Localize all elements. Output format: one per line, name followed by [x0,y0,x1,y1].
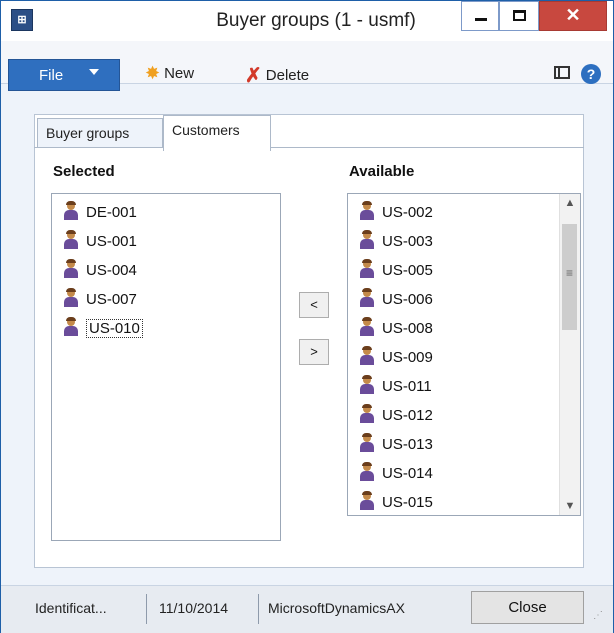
list-item[interactable]: DE-001 [64,201,137,226]
item-label: US-003 [382,233,433,250]
move-to-available-button[interactable]: > [299,339,329,365]
file-menu-button[interactable]: File [8,59,120,91]
status-identification[interactable]: Identificat... [35,600,107,616]
item-label: US-005 [382,262,433,279]
status-date: 11/10/2014 [159,600,229,616]
status-company: MicrosoftDynamicsAX [268,600,405,616]
list-item-focused[interactable]: US-010 [64,317,143,342]
item-label: US-015 [382,494,433,511]
maximize-button[interactable] [499,1,539,31]
minimize-icon [475,18,487,21]
available-customers-list[interactable]: US-002 US-003 US-005 US-006 US-008 US-00… [347,193,581,516]
customer-person-icon [360,230,374,249]
new-button[interactable]: ✸ New [145,63,194,84]
customer-person-icon [360,201,374,220]
customer-person-icon [360,288,374,307]
list-item[interactable]: US-002 [360,201,433,226]
delete-button[interactable]: ✗ Delete [245,63,309,88]
new-star-icon: ✸ [145,63,161,83]
list-item[interactable]: US-014 [360,462,433,487]
tab-label: Buyer groups [46,125,130,141]
close-button[interactable]: Close [471,591,584,624]
window-title: Buyer groups (1 - usmf) [216,10,416,31]
customer-person-icon [64,317,78,336]
list-item[interactable]: US-011 [360,375,432,400]
list-item[interactable]: US-012 [360,404,433,429]
list-item[interactable]: US-013 [360,433,433,458]
customer-person-icon [360,375,374,394]
file-label: File [39,67,64,84]
scroll-up-arrow-icon[interactable]: ▲ [560,194,580,212]
list-item[interactable]: US-009 [360,346,433,371]
vertical-scrollbar[interactable]: ▲ ≡ ▼ [559,194,580,515]
customer-person-icon [360,462,374,481]
chevron-down-icon [89,69,99,75]
list-item[interactable]: US-003 [360,230,433,255]
list-item[interactable]: US-005 [360,259,433,284]
item-label: US-010 [86,319,143,338]
dynamics-app-icon: ⊞ [11,9,33,31]
scrollbar-thumb[interactable]: ≡ [562,224,577,330]
customer-person-icon [64,201,78,220]
item-label: US-001 [86,233,137,250]
factbox-pane-icon[interactable] [554,66,570,79]
list-item[interactable]: US-008 [360,317,433,342]
maximize-icon [513,10,526,21]
item-label: US-008 [382,320,433,337]
tab-customers[interactable]: Customers [163,115,271,151]
minimize-button[interactable] [461,1,499,31]
list-item[interactable]: US-006 [360,288,433,313]
customer-person-icon [360,346,374,365]
delete-x-icon: ✗ [245,65,262,87]
resize-grip-icon[interactable]: ⋰ [593,611,607,627]
item-label: US-012 [382,407,433,424]
item-label: US-004 [86,262,137,279]
help-icon[interactable]: ? [581,64,601,84]
customer-person-icon [64,259,78,278]
list-item[interactable]: US-015 [360,491,433,515]
available-heading: Available [349,163,415,180]
customer-person-icon [360,491,374,510]
tab-label: Customers [172,122,240,138]
list-item[interactable]: US-004 [64,259,137,284]
close-icon: ✕ [565,5,581,25]
item-label: US-006 [382,291,433,308]
dialog-window: ⊞ Buyer groups (1 - usmf) ✕ File ✸ New ✗ D… [0,0,614,633]
move-to-selected-button[interactable]: < [299,292,329,318]
customer-person-icon [360,317,374,336]
customer-person-icon [360,433,374,452]
window-close-button[interactable]: ✕ [539,1,607,31]
item-label: US-011 [382,378,432,395]
customer-person-icon [360,404,374,423]
list-item[interactable]: US-007 [64,288,137,313]
new-label: New [164,65,195,82]
selected-heading: Selected [53,163,115,180]
item-label: US-007 [86,291,137,308]
item-label: US-014 [382,465,433,482]
customer-person-icon [360,259,374,278]
item-label: US-002 [382,204,433,221]
delete-label: Delete [265,67,310,84]
action-pane: File ✸ New ✗ Delete ? [1,41,613,91]
scroll-down-arrow-icon[interactable]: ▼ [560,497,580,515]
selected-customers-list[interactable]: DE-001 US-001 US-004 US-007 US-010 [51,193,281,541]
tab-buyer-groups[interactable]: Buyer groups [37,118,163,148]
status-divider [258,594,259,624]
customer-person-icon [64,288,78,307]
status-divider [146,594,147,624]
scroll-grip-icon: ≡ [565,266,573,280]
item-label: DE-001 [86,204,137,221]
item-label: US-009 [382,349,433,366]
customer-person-icon [64,230,78,249]
list-item[interactable]: US-001 [64,230,137,255]
item-label: US-013 [382,436,433,453]
title-bar: ⊞ Buyer groups (1 - usmf) ✕ [1,1,613,41]
